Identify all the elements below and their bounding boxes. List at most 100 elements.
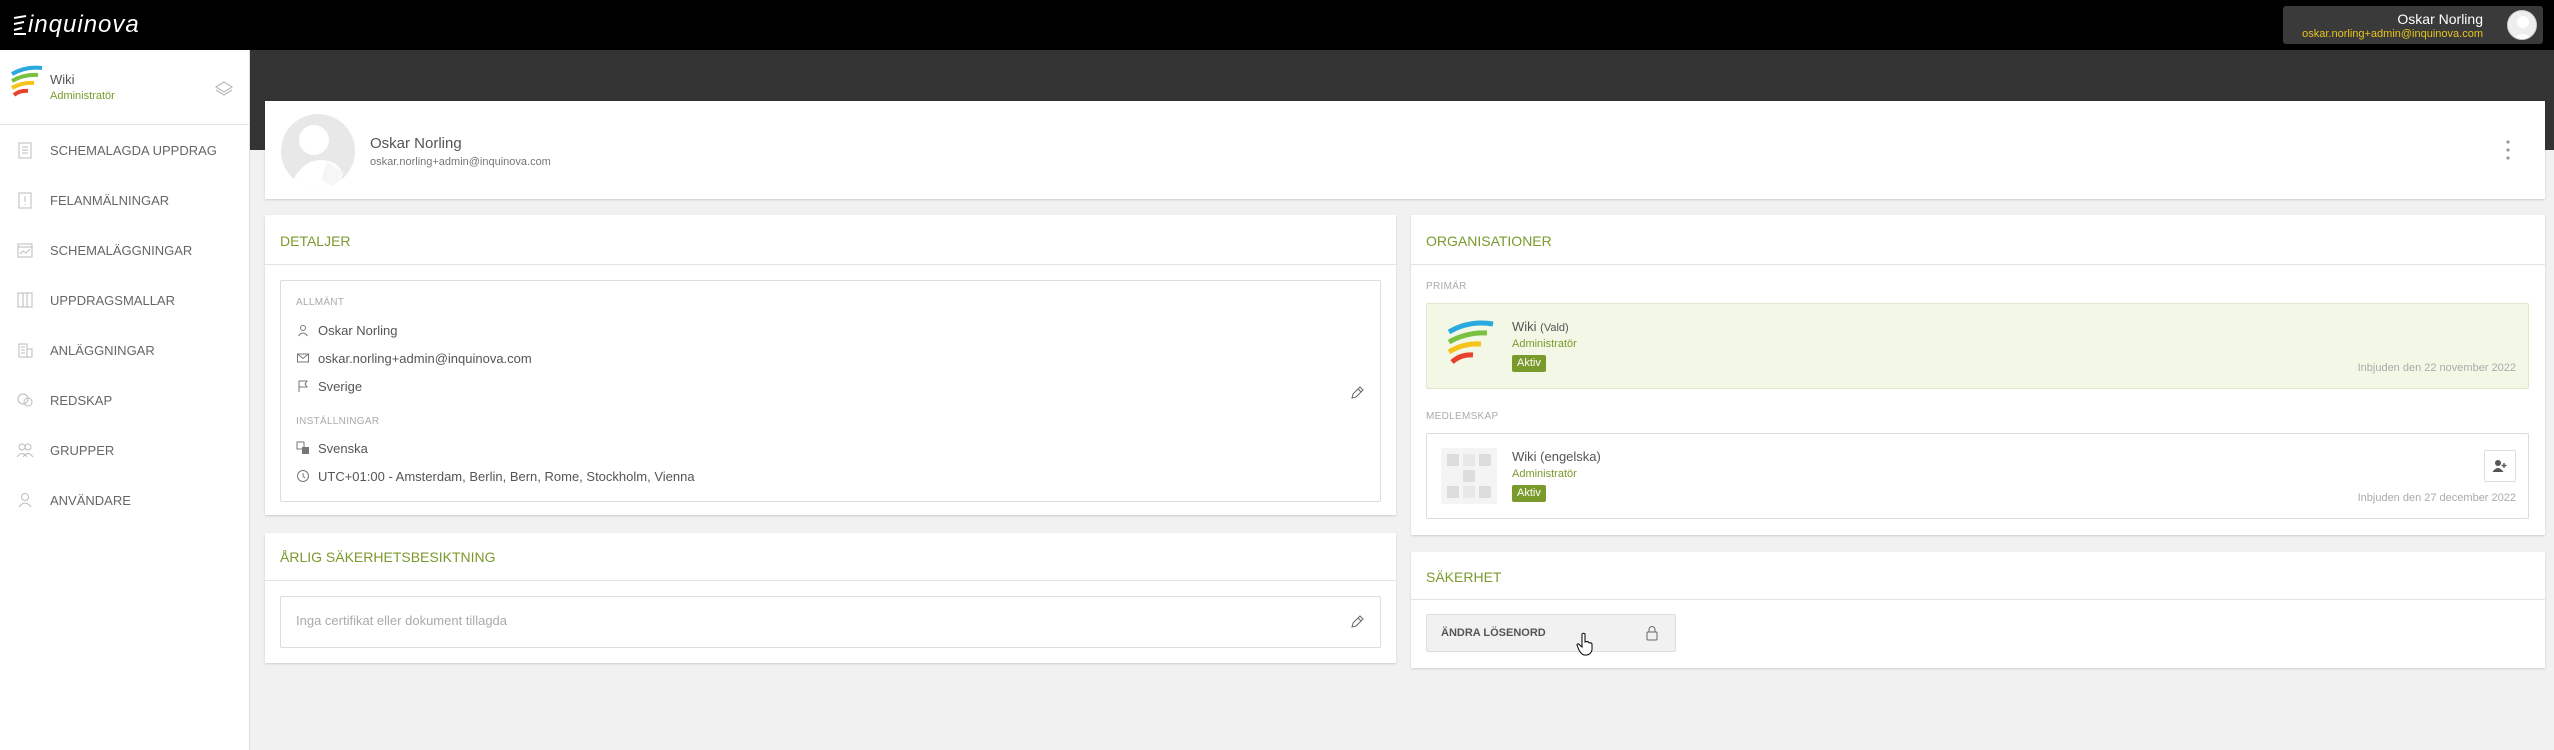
sidebar-item-groups[interactable]: GRUPPER bbox=[0, 425, 250, 475]
detail-email: oskar.norling+admin@inquinova.com bbox=[318, 350, 532, 366]
org-item-primary[interactable]: Wiki (Vald) Administratör Aktiv Inbjuden… bbox=[1426, 303, 2529, 389]
sidebar-item-label: UPPDRAGSMALLAR bbox=[50, 292, 175, 308]
avatar[interactable] bbox=[2507, 10, 2537, 40]
more-vertical-icon[interactable] bbox=[2505, 139, 2511, 161]
annual-empty-text: Inga certifikat eller dokument tillagda bbox=[296, 613, 508, 628]
org-role: Administratör bbox=[50, 90, 115, 102]
mail-icon bbox=[297, 353, 309, 363]
edit-pencil-icon[interactable] bbox=[1349, 385, 1365, 401]
add-user-button[interactable] bbox=[2484, 450, 2516, 482]
detail-timezone: UTC+01:00 - Amsterdam, Berlin, Bern, Rom… bbox=[318, 468, 695, 484]
security-title: SÄKERHET bbox=[1426, 569, 1502, 585]
sidebar-item-schedules[interactable]: SCHEMALÄGGNINGAR bbox=[0, 225, 250, 275]
change-password-button[interactable]: ÄNDRA LÖSENORD bbox=[1426, 614, 1676, 652]
org-switcher[interactable]: Wiki Administratör bbox=[0, 50, 250, 125]
invited-date: Inbjuden den 27 december 2022 bbox=[2357, 492, 2516, 504]
primary-label: PRIMÄR bbox=[1426, 281, 1467, 292]
selected-indicator: (Vald) bbox=[1540, 322, 1569, 334]
user-name: Oskar Norling bbox=[2397, 11, 2483, 27]
sidebar-item-scheduled-tasks[interactable]: SCHEMALAGDA UPPDRAG bbox=[0, 125, 250, 175]
flag-icon bbox=[298, 380, 308, 392]
detail-country: Sverige bbox=[318, 378, 363, 394]
avatar-placeholder-icon bbox=[2513, 16, 2533, 39]
sidebar-item-label: GRUPPER bbox=[50, 442, 115, 458]
organisations-card: ORGANISATIONER PRIMÄR Wiki (Vald) Admini… bbox=[1411, 215, 2545, 535]
sidebar-item-label: SCHEMALÄGGNINGAR bbox=[50, 242, 193, 258]
org-item-name: Wiki (Vald) bbox=[1512, 319, 1569, 334]
lock-icon bbox=[1646, 626, 1658, 641]
user-icon bbox=[18, 493, 32, 508]
user-email: oskar.norling+admin@inquinova.com bbox=[2302, 28, 2483, 40]
change-password-label: ÄNDRA LÖSENORD bbox=[1441, 627, 1546, 639]
detail-country-row: Sverige bbox=[296, 377, 362, 395]
sidebar-item-label: ANVÄNDARE bbox=[50, 492, 131, 508]
status-badge: Aktiv bbox=[1512, 355, 1546, 372]
details-title: DETALJER bbox=[280, 233, 351, 249]
detail-timezone-row: UTC+01:00 - Amsterdam, Berlin, Bern, Rom… bbox=[296, 467, 695, 485]
user-menu[interactable]: Oskar Norling oskar.norling+admin@inquin… bbox=[2283, 6, 2543, 44]
details-card: DETALJER ALLMÄNT Oskar Norling oskar.nor… bbox=[265, 215, 1396, 515]
detail-name: Oskar Norling bbox=[318, 322, 398, 338]
org-item-role: Administratör bbox=[1512, 468, 1577, 480]
building-icon bbox=[18, 343, 33, 358]
calendar-chart-icon bbox=[17, 243, 33, 258]
organisations-title: ORGANISATIONER bbox=[1426, 233, 1552, 249]
settings-label: INSTÄLLNINGAR bbox=[296, 416, 380, 427]
edit-pencil-icon[interactable] bbox=[1349, 614, 1365, 630]
membership-label: MEDLEMSKAP bbox=[1426, 411, 1499, 422]
org-item-name: Wiki (engelska) bbox=[1512, 449, 1601, 464]
group-icon bbox=[16, 443, 34, 458]
clock-icon bbox=[297, 470, 309, 482]
sidebar-item-label: SCHEMALAGDA UPPDRAG bbox=[50, 142, 217, 158]
tools-icon bbox=[17, 393, 33, 407]
columns-icon bbox=[17, 292, 33, 308]
sidebar-nav: SCHEMALAGDA UPPDRAG FELANMÄLNINGAR SCHEM… bbox=[0, 125, 250, 525]
annual-inspection-card: ÅRLIG SÄKERHETSBESIKTNING Inga certifika… bbox=[265, 533, 1396, 663]
org-name: Wiki bbox=[50, 72, 75, 87]
sidebar-item-label: REDSKAP bbox=[50, 392, 113, 408]
profile-avatar[interactable] bbox=[281, 114, 355, 188]
detail-name-row: Oskar Norling bbox=[296, 321, 397, 339]
status-badge: Aktiv bbox=[1512, 485, 1546, 502]
sidebar-item-task-templates[interactable]: UPPDRAGSMALLAR bbox=[0, 275, 250, 325]
user-icon bbox=[298, 325, 308, 337]
avatar-placeholder-icon bbox=[289, 125, 343, 188]
add-user-icon bbox=[2492, 460, 2507, 472]
brand-logo[interactable]: inquinova bbox=[12, 11, 140, 38]
sidebar-item-users[interactable]: ANVÄNDARE bbox=[0, 475, 250, 525]
divider bbox=[265, 264, 1396, 265]
logo-mark-icon bbox=[13, 15, 27, 35]
divider bbox=[265, 580, 1396, 581]
org-item-role: Administratör bbox=[1512, 338, 1577, 350]
org-logo-icon bbox=[10, 65, 43, 97]
translate-icon bbox=[296, 441, 309, 454]
profile-email: oskar.norling+admin@inquinova.com bbox=[370, 156, 551, 168]
general-label: ALLMÄNT bbox=[296, 297, 345, 308]
hand-cursor-icon bbox=[1576, 632, 1593, 656]
sidebar-item-fault-reports[interactable]: FELANMÄLNINGAR bbox=[0, 175, 250, 225]
clipboard-icon bbox=[18, 142, 32, 159]
sidebar-item-facilities[interactable]: ANLÄGGNINGAR bbox=[0, 325, 250, 375]
annual-title: ÅRLIG SÄKERHETSBESIKTNING bbox=[280, 549, 496, 565]
brand-logo-text: inquinova bbox=[28, 11, 140, 38]
alert-file-icon bbox=[18, 192, 32, 209]
org-placeholder-icon bbox=[1441, 448, 1497, 504]
layers-icon[interactable] bbox=[214, 78, 234, 98]
top-bar: inquinova Oskar Norling oskar.norling+ad… bbox=[0, 0, 2554, 50]
divider bbox=[1411, 599, 2545, 600]
profile-card: Oskar Norling oskar.norling+admin@inquin… bbox=[265, 101, 2545, 199]
org-item-membership[interactable]: Wiki (engelska) Administratör Aktiv Inbj… bbox=[1426, 433, 2529, 519]
sidebar-item-label: ANLÄGGNINGAR bbox=[50, 342, 155, 358]
org-logo-icon bbox=[1447, 320, 1494, 364]
detail-language: Svenska bbox=[318, 440, 368, 456]
details-box: ALLMÄNT Oskar Norling oskar.norling+admi… bbox=[280, 280, 1381, 502]
org-item-name-text: Wiki bbox=[1512, 319, 1537, 334]
detail-email-row: oskar.norling+admin@inquinova.com bbox=[296, 349, 532, 367]
sidebar-item-label: FELANMÄLNINGAR bbox=[50, 192, 170, 208]
sidebar-item-tools[interactable]: REDSKAP bbox=[0, 375, 250, 425]
sidebar: Wiki Administratör SCHEMALAGDA UPPDRAG F… bbox=[0, 50, 250, 750]
detail-language-row: Svenska bbox=[296, 439, 368, 457]
annual-box: Inga certifikat eller dokument tillagda bbox=[280, 596, 1381, 648]
divider bbox=[1411, 264, 2545, 265]
profile-name: Oskar Norling bbox=[370, 135, 462, 152]
